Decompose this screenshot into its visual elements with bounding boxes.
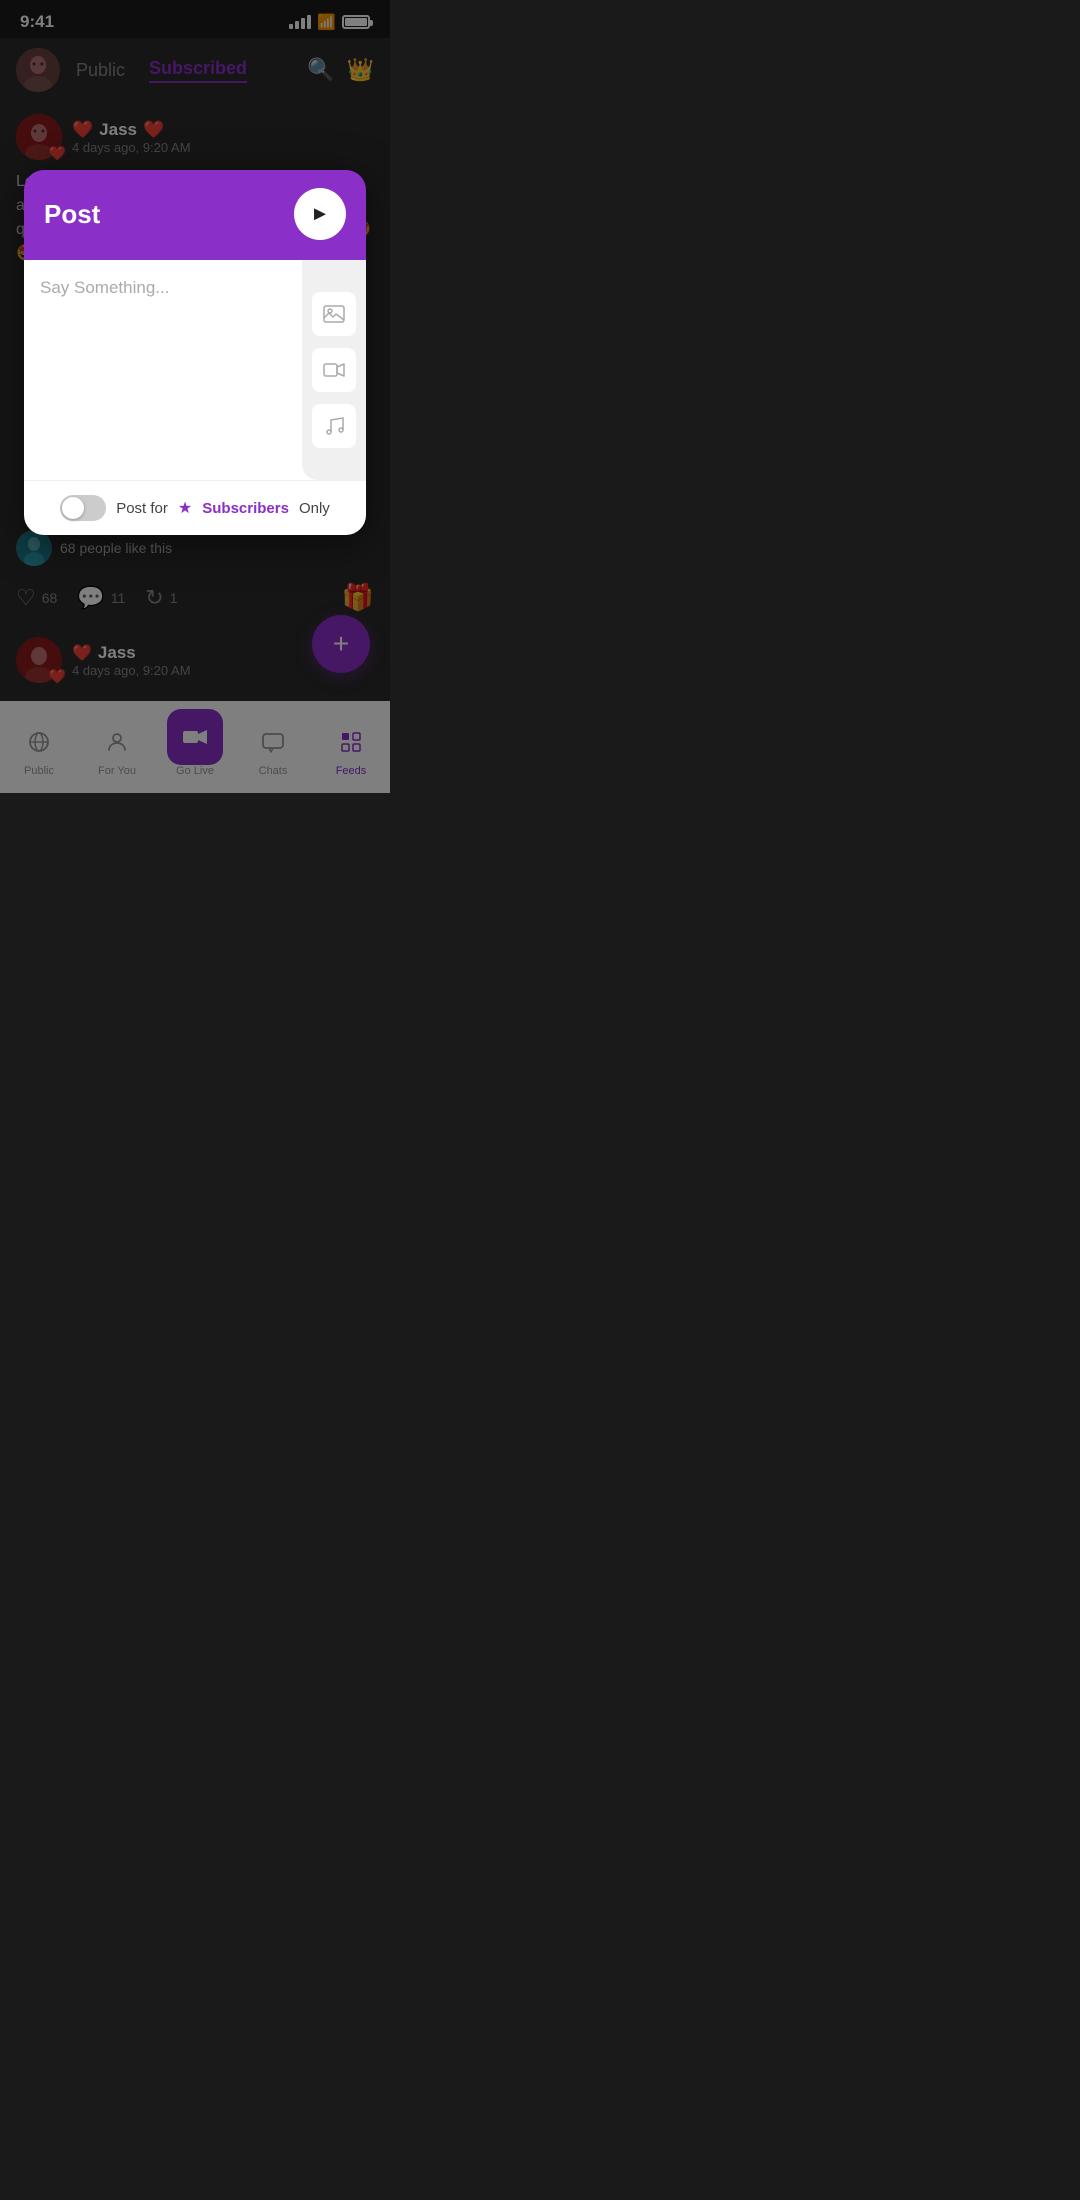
modal-footer: Post for ★ Subscribers Only bbox=[24, 480, 366, 535]
modal-header: Post ► bbox=[24, 170, 366, 260]
subscribers-toggle[interactable] bbox=[60, 495, 106, 521]
subscribers-label[interactable]: Subscribers bbox=[202, 500, 289, 517]
post-modal: Post ► Say Something... bbox=[24, 170, 366, 535]
modal-title: Post bbox=[44, 199, 100, 230]
modal-body: Say Something... bbox=[24, 260, 366, 480]
video-attach-button[interactable] bbox=[312, 348, 356, 392]
only-label: Only bbox=[299, 500, 330, 517]
star-icon: ★ bbox=[178, 498, 192, 518]
music-attach-button[interactable] bbox=[312, 404, 356, 448]
image-attach-button[interactable] bbox=[312, 292, 356, 336]
post-input-area[interactable]: Say Something... bbox=[24, 260, 302, 480]
side-actions bbox=[302, 260, 366, 480]
post-placeholder: Say Something... bbox=[40, 278, 169, 298]
post-for-label: Post for bbox=[116, 500, 168, 517]
send-button[interactable]: ► bbox=[294, 188, 346, 240]
